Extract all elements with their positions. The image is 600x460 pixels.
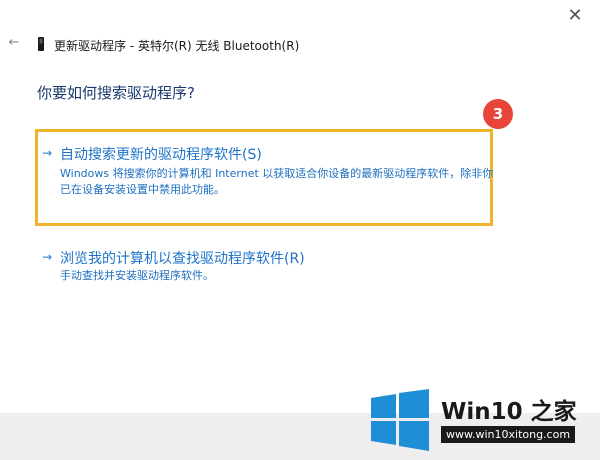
step-marker: 3 xyxy=(483,99,513,129)
windows-logo-icon xyxy=(371,389,429,451)
option-title: 自动搜索更新的驱动程序软件(S) xyxy=(60,147,262,163)
arrow-right-icon: → xyxy=(42,146,53,160)
device-icon xyxy=(38,37,44,51)
option-title: 浏览我的计算机以查找驱动程序软件(R) xyxy=(60,251,305,267)
back-arrow-icon: ← xyxy=(8,35,20,50)
close-icon: ✕ xyxy=(567,5,583,26)
page-heading: 你要如何搜索驱动程序? xyxy=(37,84,195,102)
watermark-url: www.win10xitong.com xyxy=(441,426,576,443)
option-description: Windows 将搜索你的计算机和 Internet 以获取适合你设备的最新驱动… xyxy=(60,167,494,196)
browse-computer-option[interactable]: → 浏览我的计算机以查找驱动程序软件(R) 手动查找并安装驱动程序软件。 xyxy=(42,248,492,288)
window-title: 更新驱动程序 - 英特尔(R) 无线 Bluetooth(R) xyxy=(54,39,300,53)
watermark-brand: Win10 之家 xyxy=(441,399,577,425)
option-description: 手动查找并安装驱动程序软件。 xyxy=(60,269,214,282)
close-button[interactable]: ✕ xyxy=(562,5,588,27)
auto-search-option[interactable]: → 自动搜索更新的驱动程序软件(S) Windows 将搜索你的计算机和 Int… xyxy=(42,144,493,206)
back-button[interactable]: ← xyxy=(5,34,23,52)
arrow-right-icon: → xyxy=(42,250,53,264)
